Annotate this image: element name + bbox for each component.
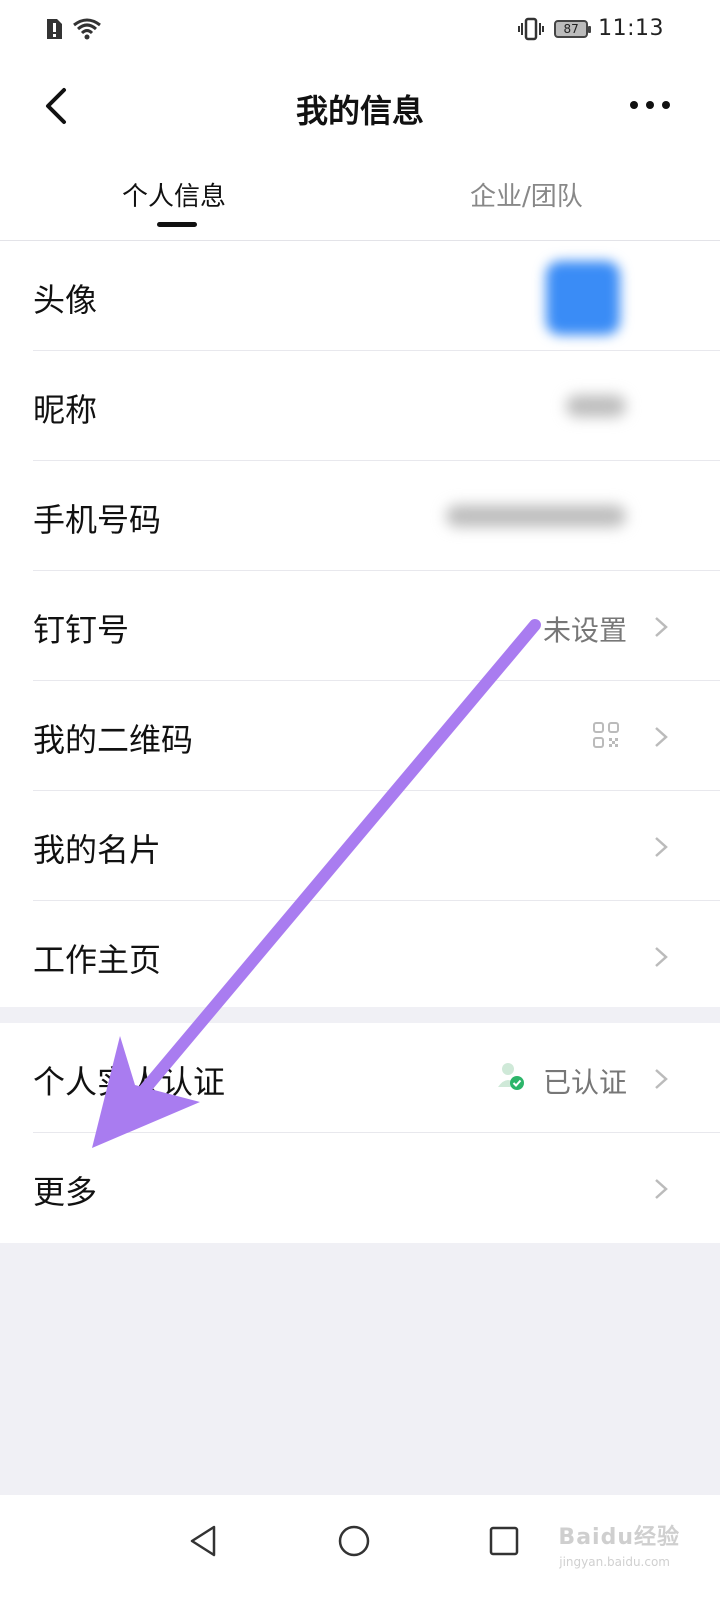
more-dot-icon bbox=[662, 101, 670, 109]
phone-value-blurred bbox=[446, 505, 626, 527]
row-my-business-card[interactable]: 我的名片 bbox=[0, 791, 720, 901]
row-label: 工作主页 bbox=[33, 941, 162, 979]
more-dot-icon bbox=[646, 101, 654, 109]
recents-square-icon[interactable] bbox=[487, 1523, 521, 1559]
row-label: 我的二维码 bbox=[33, 721, 194, 759]
status-bar: 87 11:13 bbox=[0, 0, 720, 62]
status-time: 11:13 bbox=[598, 16, 664, 41]
personal-info-list: 头像 昵称 手机号码 钉钉号 未设置 我的二维码 我的名片 工作主页 bbox=[0, 241, 720, 1007]
row-label: 昵称 bbox=[33, 391, 98, 429]
row-nickname[interactable]: 昵称 bbox=[0, 351, 720, 461]
dingtalk-id-value: 未设置 bbox=[542, 614, 627, 647]
vibrate-icon bbox=[518, 17, 545, 40]
more-dot-icon bbox=[630, 101, 638, 109]
chevron-right-icon bbox=[655, 617, 668, 637]
navigation-bar: 我的信息 bbox=[0, 62, 720, 152]
watermark-url: jingyan.baidu.com bbox=[559, 1555, 670, 1569]
row-real-name-verification[interactable]: 个人实人认证 已认证 bbox=[0, 1023, 720, 1133]
row-label: 手机号码 bbox=[33, 501, 162, 539]
verification-status: 已认证 bbox=[542, 1066, 627, 1099]
tab-personal-info[interactable]: 个人信息 bbox=[122, 176, 226, 213]
watermark: Baidu经验 bbox=[558, 1525, 680, 1550]
row-more[interactable]: 更多 bbox=[0, 1133, 720, 1243]
page-title: 我的信息 bbox=[295, 92, 424, 130]
more-options-button[interactable] bbox=[620, 90, 680, 120]
system-navigation-bar: Baidu经验 jingyan.baidu.com bbox=[0, 1495, 720, 1600]
verification-list: 个人实人认证 已认证 更多 bbox=[0, 1023, 720, 1243]
sim-alert-icon bbox=[47, 19, 62, 39]
row-label: 我的名片 bbox=[33, 831, 162, 869]
tab-company-team[interactable]: 企业/团队 bbox=[470, 176, 583, 213]
chevron-right-icon bbox=[655, 1179, 668, 1199]
row-label: 更多 bbox=[33, 1173, 98, 1211]
tab-bar: 个人信息 企业/团队 bbox=[0, 160, 720, 241]
chevron-right-icon bbox=[655, 947, 668, 967]
qr-code-icon bbox=[593, 722, 619, 748]
row-dingtalk-id[interactable]: 钉钉号 未设置 bbox=[0, 571, 720, 681]
nickname-value-blurred bbox=[566, 395, 626, 417]
avatar bbox=[546, 261, 620, 335]
row-my-qr-code[interactable]: 我的二维码 bbox=[0, 681, 720, 791]
row-phone-number[interactable]: 手机号码 bbox=[0, 461, 720, 571]
chevron-right-icon bbox=[655, 837, 668, 857]
home-circle-icon[interactable] bbox=[337, 1523, 371, 1559]
row-label: 钉钉号 bbox=[33, 611, 130, 649]
row-label: 头像 bbox=[33, 281, 98, 319]
chevron-right-icon bbox=[655, 727, 668, 747]
top-area: 87 11:13 我的信息 个人信息 企业/团队 bbox=[0, 0, 720, 241]
back-triangle-icon[interactable] bbox=[186, 1523, 220, 1559]
battery-indicator: 87 bbox=[554, 19, 592, 38]
wifi-icon bbox=[73, 18, 101, 40]
row-work-homepage[interactable]: 工作主页 bbox=[0, 901, 720, 1011]
row-label: 个人实人认证 bbox=[33, 1063, 226, 1101]
tab-active-indicator bbox=[157, 222, 197, 227]
chevron-right-icon bbox=[655, 1069, 668, 1089]
verified-user-icon bbox=[498, 1063, 524, 1090]
row-avatar[interactable]: 头像 bbox=[0, 241, 720, 351]
